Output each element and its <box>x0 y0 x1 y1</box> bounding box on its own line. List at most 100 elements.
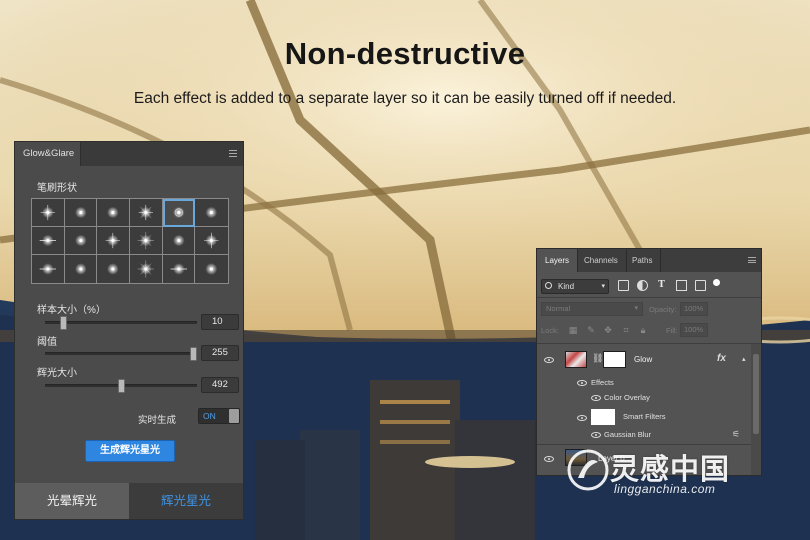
layer-mask-thumbnail <box>603 351 626 368</box>
brush-shape-icon <box>39 234 56 247</box>
layer-name: Glow <box>634 355 653 364</box>
layers-panel-tabbar: Layers Channels Paths <box>537 249 761 272</box>
gaussian-blur-label: Gaussian Blur <box>604 430 652 439</box>
threshold-slider[interactable] <box>45 347 197 361</box>
opacity-field[interactable]: 100% <box>680 302 708 316</box>
kind-filter-value: Kind <box>558 282 575 291</box>
lock-position-icon[interactable]: ✥ <box>603 325 613 335</box>
toggle-knob <box>229 409 239 423</box>
lock-artboard-icon[interactable]: ⌗ <box>621 325 631 335</box>
generate-glow-button[interactable]: 生成辉光星光 <box>85 440 175 462</box>
brush-shape-icon <box>170 263 187 275</box>
brush-preset[interactable] <box>32 199 65 227</box>
filter-toggle-icon[interactable] <box>713 279 720 286</box>
glow-size-slider[interactable] <box>45 379 197 393</box>
realtime-toggle[interactable]: ON <box>198 408 240 424</box>
brush-preset[interactable] <box>97 227 130 255</box>
brush-shape-icon <box>107 263 119 275</box>
chevron-up-icon[interactable]: ▴ <box>742 355 746 363</box>
tab-layers[interactable]: Layers <box>537 249 579 272</box>
lock-all-icon[interactable]: 🔒︎ <box>638 325 648 335</box>
blend-mode-value: Normal <box>546 304 571 313</box>
visibility-eye-icon[interactable] <box>544 357 554 363</box>
tab-channels[interactable]: Channels <box>576 249 627 272</box>
visibility-eye-icon[interactable] <box>577 380 587 386</box>
pixel-filter-icon[interactable] <box>618 280 629 291</box>
filter-settings-icon[interactable]: ⚟ <box>732 429 740 440</box>
visibility-eye-icon[interactable] <box>577 415 587 421</box>
search-icon <box>545 282 552 289</box>
watermark: 灵感中国 lingganchina.com <box>566 446 796 506</box>
visibility-eye-icon[interactable] <box>591 432 601 438</box>
divider <box>537 297 761 298</box>
page-subtitle: Each effect is added to a separate layer… <box>133 90 677 107</box>
layer-thumbnail <box>565 351 587 368</box>
brush-preset[interactable] <box>130 227 163 255</box>
glow-mode-tabs: 光晕辉光 辉光星光 <box>15 483 243 519</box>
brush-preset[interactable] <box>64 227 98 255</box>
realtime-label: 实时生成 <box>138 415 177 426</box>
tab-paths[interactable]: Paths <box>624 249 662 272</box>
brush-preset[interactable] <box>195 227 228 255</box>
smart-object-filter-icon[interactable] <box>695 280 706 291</box>
brush-preset[interactable] <box>97 255 130 283</box>
blend-mode-select[interactable]: Normal ▾ <box>541 302 643 316</box>
fx-icon[interactable]: fx <box>717 353 726 364</box>
chevron-down-icon: ▾ <box>634 305 638 312</box>
watermark-url: lingganchina.com <box>614 482 716 496</box>
fill-field[interactable]: 100% <box>680 323 708 337</box>
glow-size-label: 辉光大小 <box>37 368 77 379</box>
sample-size-slider[interactable] <box>45 316 197 330</box>
brush-preset[interactable] <box>130 199 163 227</box>
brush-shape-icon <box>39 263 56 275</box>
smart-filters-label: Smart Filters <box>623 412 666 421</box>
lock-image-icon[interactable]: ✎ <box>586 325 596 335</box>
brush-preset[interactable] <box>163 255 196 283</box>
kind-filter-select[interactable]: Kind ▾ <box>541 279 609 294</box>
brush-preset[interactable] <box>97 199 130 227</box>
brush-shape-icon <box>74 263 87 275</box>
divider <box>537 444 761 445</box>
sample-size-label: 样本大小（%） <box>37 305 106 316</box>
lock-transparent-icon[interactable]: ▦ <box>568 325 578 335</box>
brush-shape-icon <box>137 231 154 250</box>
glow-glare-panel: Glow&Glare 笔刷形状 样本大小（%） 10 阈值 255 辉光大小 4… <box>14 141 244 520</box>
brush-shape-icon <box>172 234 185 247</box>
brush-preset[interactable] <box>32 227 65 255</box>
brush-shape-icon <box>172 206 185 219</box>
brush-shape-icon <box>137 260 154 278</box>
visibility-eye-icon[interactable] <box>591 395 601 401</box>
panel-menu-icon[interactable] <box>229 150 237 157</box>
tab-glow-star[interactable]: 辉光星光 <box>129 483 243 519</box>
threshold-label: 阈值 <box>37 337 57 348</box>
brush-preset[interactable] <box>162 227 196 255</box>
panel-menu-icon[interactable] <box>748 257 756 263</box>
threshold-field[interactable]: 255 <box>201 345 239 361</box>
lock-label: Lock: <box>541 326 559 335</box>
visibility-eye-icon[interactable] <box>544 456 554 462</box>
glow-size-field[interactable]: 492 <box>201 377 239 393</box>
brush-preset[interactable] <box>64 199 98 227</box>
slider-thumb[interactable] <box>60 316 67 330</box>
brush-preset[interactable] <box>32 255 65 283</box>
brush-preset[interactable] <box>162 199 196 227</box>
brush-shape-icon <box>138 204 154 221</box>
slider-thumb[interactable] <box>118 379 125 393</box>
sample-size-field[interactable]: 10 <box>201 314 239 330</box>
type-filter-icon[interactable]: T <box>656 280 667 291</box>
glow-panel-tabbar: Glow&Glare <box>15 142 243 166</box>
brush-shape-icon <box>74 206 87 219</box>
scrollbar-thumb[interactable] <box>753 354 759 434</box>
shape-filter-icon[interactable] <box>676 280 687 291</box>
adjustment-filter-icon[interactable] <box>637 280 648 291</box>
brush-preset[interactable] <box>65 255 98 283</box>
glow-panel-tab[interactable]: Glow&Glare <box>15 142 81 166</box>
color-overlay-label: Color Overlay <box>604 393 650 402</box>
brush-shape-icon <box>205 263 218 275</box>
brush-preset[interactable] <box>130 255 163 283</box>
slider-thumb[interactable] <box>190 347 197 361</box>
tab-halo-glow[interactable]: 光晕辉光 <box>15 483 129 519</box>
brush-preset[interactable] <box>195 255 228 283</box>
brush-preset[interactable] <box>195 199 228 227</box>
link-chain-icon: ⛓ <box>592 353 604 363</box>
